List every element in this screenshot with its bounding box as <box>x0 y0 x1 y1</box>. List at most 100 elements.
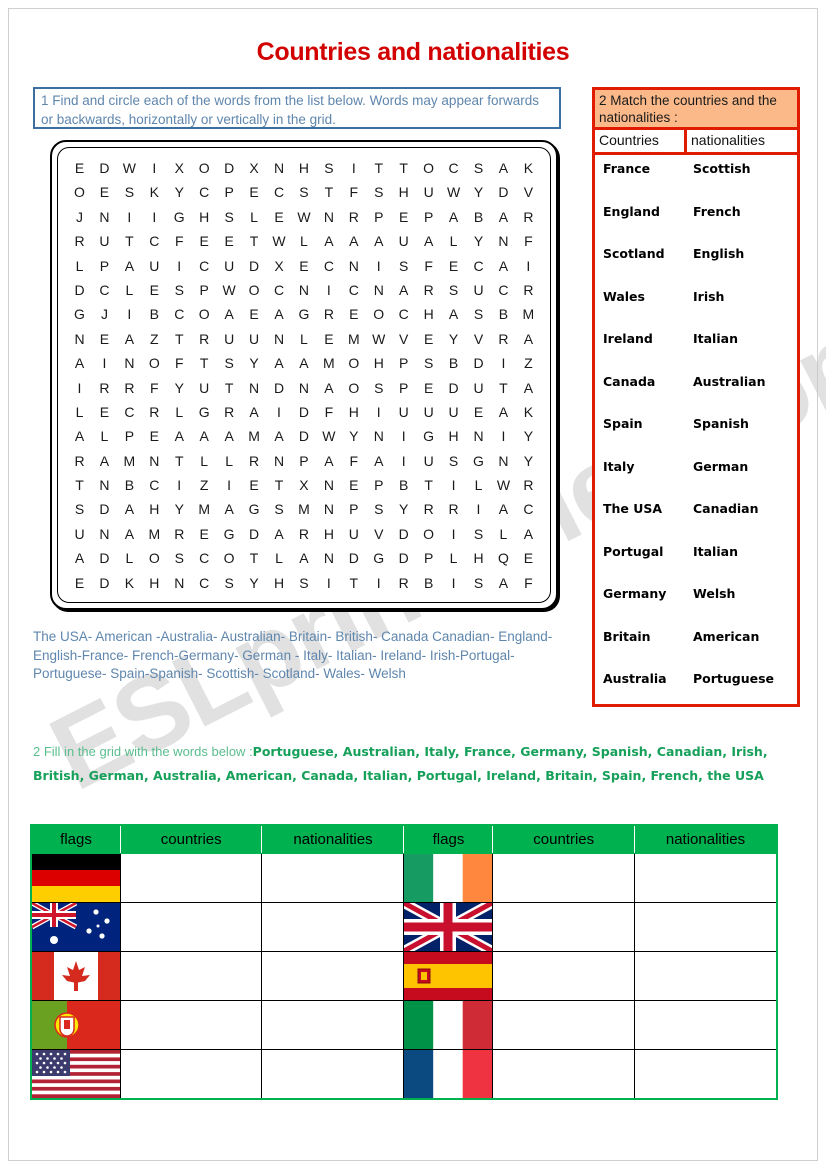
match-nationality[interactable]: Italian <box>687 544 794 587</box>
nationalities-answer-cell[interactable] <box>261 1000 405 1050</box>
match-nationality[interactable]: Canadian <box>687 501 794 544</box>
word-search-letter[interactable]: A <box>120 254 139 278</box>
word-search-letter[interactable]: I <box>444 522 463 546</box>
word-search-letter[interactable]: A <box>444 302 463 326</box>
word-search-letter[interactable]: A <box>120 522 139 546</box>
word-search-letter[interactable]: O <box>145 351 164 375</box>
word-search-letter[interactable]: U <box>394 229 413 253</box>
word-search-letter[interactable]: D <box>294 424 313 448</box>
word-search-letter[interactable]: W <box>120 156 139 180</box>
match-country[interactable]: Britain <box>595 629 687 672</box>
word-search-letter[interactable]: W <box>294 205 313 229</box>
word-search-letter[interactable]: A <box>245 400 264 424</box>
nationalities-answer-cell[interactable] <box>633 951 778 1001</box>
word-search-letter[interactable]: P <box>394 376 413 400</box>
word-search-letter[interactable]: M <box>344 327 363 351</box>
word-search-letter[interactable]: A <box>494 205 513 229</box>
word-search-letter[interactable]: E <box>344 302 363 326</box>
word-search-letter[interactable]: E <box>469 400 488 424</box>
word-search-letter[interactable]: X <box>294 473 313 497</box>
word-search-letter[interactable]: L <box>469 473 488 497</box>
word-search-letter[interactable]: C <box>319 254 338 278</box>
word-search-letter[interactable]: I <box>344 156 363 180</box>
word-search-letter[interactable]: N <box>120 351 139 375</box>
match-country[interactable]: Australia <box>595 671 687 714</box>
word-search-letter[interactable]: C <box>270 278 289 302</box>
match-country[interactable]: Wales <box>595 289 687 332</box>
word-search-letter[interactable]: S <box>369 180 388 204</box>
countries-answer-cell[interactable] <box>119 902 263 952</box>
countries-answer-cell[interactable] <box>119 1049 263 1100</box>
word-search-letter[interactable]: K <box>145 180 164 204</box>
word-search-letter[interactable]: I <box>444 473 463 497</box>
word-search-letter[interactable]: C <box>519 497 538 521</box>
word-search-letter[interactable]: S <box>70 497 89 521</box>
word-search-letter[interactable]: Y <box>519 449 538 473</box>
match-nationality[interactable]: Welsh <box>687 586 794 629</box>
word-search-letter[interactable]: X <box>170 156 189 180</box>
word-search-letter[interactable]: H <box>195 205 214 229</box>
word-search-letter[interactable]: N <box>95 522 114 546</box>
word-search-letter[interactable]: S <box>319 156 338 180</box>
word-search-letter[interactable]: P <box>294 449 313 473</box>
word-search-letter[interactable]: H <box>319 522 338 546</box>
word-search-letter[interactable]: H <box>394 180 413 204</box>
word-search-letter[interactable]: O <box>419 522 438 546</box>
word-search-letter[interactable]: L <box>70 400 89 424</box>
word-search-letter[interactable]: C <box>170 302 189 326</box>
word-search-letter[interactable]: G <box>70 302 89 326</box>
word-search-letter[interactable]: T <box>344 571 363 595</box>
word-search-letter[interactable]: D <box>469 351 488 375</box>
word-search-letter[interactable]: D <box>70 278 89 302</box>
word-search-letter[interactable]: Y <box>469 229 488 253</box>
word-search-letter[interactable]: V <box>394 327 413 351</box>
word-search-letter[interactable]: L <box>170 400 189 424</box>
word-search-letter[interactable]: O <box>369 302 388 326</box>
word-search-letter[interactable]: C <box>195 546 214 570</box>
word-search-letter[interactable]: Y <box>444 327 463 351</box>
word-search-letter[interactable]: D <box>245 522 264 546</box>
word-search-letter[interactable]: M <box>145 522 164 546</box>
word-search-letter[interactable]: M <box>294 497 313 521</box>
word-search-letter[interactable]: R <box>519 473 538 497</box>
word-search-letter[interactable]: E <box>344 473 363 497</box>
word-search-letter[interactable]: S <box>220 205 239 229</box>
word-search-letter[interactable]: C <box>494 278 513 302</box>
word-search-letter[interactable]: L <box>494 522 513 546</box>
word-search-letter[interactable]: T <box>369 156 388 180</box>
word-search-letter[interactable]: P <box>369 205 388 229</box>
word-search-letter[interactable]: N <box>319 205 338 229</box>
word-search-letter[interactable]: R <box>70 449 89 473</box>
word-search-letter[interactable]: P <box>95 254 114 278</box>
word-search-letter[interactable]: T <box>245 546 264 570</box>
word-search-letter[interactable]: P <box>419 546 438 570</box>
word-search-letter[interactable]: G <box>195 400 214 424</box>
word-search-letter[interactable]: U <box>469 278 488 302</box>
word-search-letter[interactable]: X <box>270 254 289 278</box>
word-search-letter[interactable]: J <box>95 302 114 326</box>
word-search-letter[interactable]: N <box>319 473 338 497</box>
word-search-letter[interactable]: R <box>519 205 538 229</box>
word-search-letter[interactable]: S <box>469 571 488 595</box>
word-search-letter[interactable]: A <box>120 327 139 351</box>
word-search-letter[interactable]: A <box>70 424 89 448</box>
word-search-letter[interactable]: W <box>319 424 338 448</box>
word-search-letter[interactable]: Y <box>519 424 538 448</box>
word-search-letter[interactable]: S <box>270 497 289 521</box>
word-search-letter[interactable]: E <box>95 400 114 424</box>
countries-answer-cell[interactable] <box>119 1000 263 1050</box>
match-nationality[interactable]: French <box>687 204 794 247</box>
word-search-letter[interactable]: T <box>270 473 289 497</box>
word-search-letter[interactable]: N <box>145 449 164 473</box>
word-search-letter[interactable]: N <box>270 327 289 351</box>
word-search-letter[interactable]: L <box>70 254 89 278</box>
countries-answer-cell[interactable] <box>492 853 635 903</box>
word-search-letter[interactable]: T <box>394 156 413 180</box>
word-search-letter[interactable]: O <box>344 351 363 375</box>
word-search-letter[interactable]: I <box>145 156 164 180</box>
word-search-letter[interactable]: T <box>245 229 264 253</box>
word-search-letter[interactable]: E <box>444 254 463 278</box>
word-search-letter[interactable]: T <box>319 180 338 204</box>
word-search-letter[interactable]: L <box>294 229 313 253</box>
word-search-letter[interactable]: I <box>70 376 89 400</box>
